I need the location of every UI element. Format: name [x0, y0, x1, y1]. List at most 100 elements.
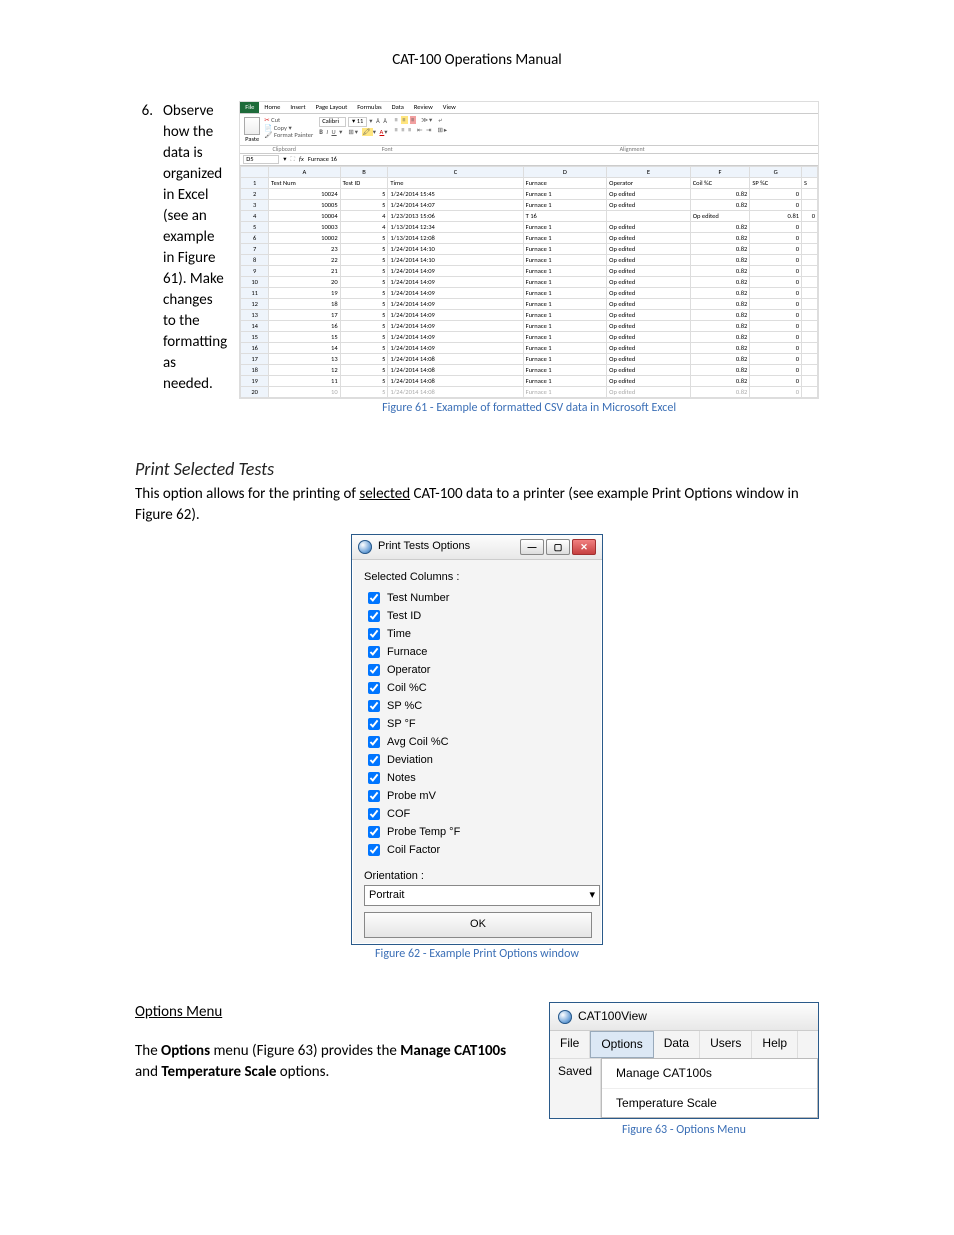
cell[interactable]: Op edited	[607, 189, 691, 200]
row-header[interactable]: 17	[241, 354, 269, 365]
cell[interactable]: Test Num	[269, 178, 341, 189]
cell[interactable]: 10	[269, 387, 341, 398]
cell[interactable]: 10004	[269, 211, 341, 222]
column-checkbox[interactable]	[368, 628, 380, 640]
cell[interactable]: 0	[750, 288, 802, 299]
cell[interactable]: Op edited	[607, 244, 691, 255]
fx-icon[interactable]: fx	[299, 156, 304, 163]
orientation-select[interactable]: Portrait ▾	[364, 885, 600, 906]
cell[interactable]: 0.81	[750, 211, 802, 222]
tab-home[interactable]: Home	[259, 102, 285, 113]
cell[interactable]: Op edited	[607, 288, 691, 299]
cell[interactable]: 10024	[269, 189, 341, 200]
column-checkbox[interactable]	[368, 826, 380, 838]
column-checkbox[interactable]	[368, 700, 380, 712]
row-header[interactable]: 14	[241, 321, 269, 332]
cell[interactable]: 1/24/2014 14:09	[388, 288, 523, 299]
cell[interactable]: 5	[340, 200, 388, 211]
cell[interactable]: T 16	[523, 211, 607, 222]
cell[interactable]: Furnace 1	[523, 222, 607, 233]
cell[interactable]: 1/24/2014 14:08	[388, 387, 523, 398]
col-header[interactable]: F	[690, 167, 750, 178]
cell[interactable]: Op edited	[607, 266, 691, 277]
row-header[interactable]: 19	[241, 376, 269, 387]
col-header[interactable]: G	[750, 167, 802, 178]
cell[interactable]: Op edited	[607, 332, 691, 343]
cell[interactable]: 0	[750, 233, 802, 244]
cell[interactable]: 5	[340, 310, 388, 321]
cell[interactable]: 0	[750, 277, 802, 288]
column-checkbox[interactable]	[368, 646, 380, 658]
formula-value[interactable]: Furnace 16	[308, 156, 337, 163]
cell[interactable]: 5	[340, 233, 388, 244]
cell[interactable]: 0.82	[690, 189, 750, 200]
cell[interactable]: 0.82	[690, 277, 750, 288]
cell[interactable]: 0	[750, 255, 802, 266]
cell[interactable]: Furnace 1	[523, 233, 607, 244]
cell[interactable]: Op edited	[690, 211, 750, 222]
tab-formulas[interactable]: Formulas	[352, 102, 386, 113]
row-header[interactable]: 7	[241, 244, 269, 255]
cell[interactable]: 1/23/2013 15:06	[388, 211, 523, 222]
col-header[interactable]: A	[269, 167, 341, 178]
cell[interactable]: 0	[750, 310, 802, 321]
cell[interactable]: 13	[269, 354, 341, 365]
cell[interactable]: Furnace 1	[523, 387, 607, 398]
cell[interactable]: 1/24/2014 14:09	[388, 310, 523, 321]
row-header[interactable]: 13	[241, 310, 269, 321]
font-name-select[interactable]: Calibri	[319, 117, 346, 126]
cell[interactable]: 5	[340, 299, 388, 310]
cell[interactable]: 0	[750, 266, 802, 277]
row-header[interactable]: 10	[241, 277, 269, 288]
cell[interactable]: 0.82	[690, 200, 750, 211]
column-checkbox[interactable]	[368, 844, 380, 856]
cell[interactable]: Furnace 1	[523, 277, 607, 288]
tab-review[interactable]: Review	[409, 102, 438, 113]
cell[interactable]: 0.82	[690, 376, 750, 387]
cell[interactable]: 5	[340, 332, 388, 343]
cell[interactable]: 4	[340, 211, 388, 222]
menu-file[interactable]: File	[550, 1031, 590, 1058]
cell[interactable]: Op edited	[607, 343, 691, 354]
cell[interactable]: 1/24/2014 14:09	[388, 343, 523, 354]
row-header[interactable]: 8	[241, 255, 269, 266]
row-header[interactable]: 20	[241, 387, 269, 398]
align-top-row[interactable]: ≡ ≡ ≡ ≫▾ ⤶	[395, 117, 449, 124]
cell[interactable]: 10003	[269, 222, 341, 233]
cell[interactable]: 0.82	[690, 343, 750, 354]
column-checkbox[interactable]	[368, 808, 380, 820]
cell[interactable]: Coil %C	[690, 178, 750, 189]
cell[interactable]: Furnace 1	[523, 321, 607, 332]
cell[interactable]: Op edited	[607, 321, 691, 332]
column-checkbox[interactable]	[368, 772, 380, 784]
submenu-temperature-scale[interactable]: Temperature Scale	[602, 1088, 817, 1118]
col-header[interactable]	[802, 167, 818, 178]
tab-view[interactable]: View	[438, 102, 461, 113]
cell[interactable]: 0	[750, 299, 802, 310]
column-checkbox[interactable]	[368, 718, 380, 730]
cell[interactable]: 0.82	[690, 310, 750, 321]
cell[interactable]: 0.82	[690, 299, 750, 310]
cell[interactable]: Furnace 1	[523, 266, 607, 277]
close-button[interactable]: ✕	[572, 539, 596, 555]
col-header[interactable]: D	[523, 167, 607, 178]
row-header[interactable]: 4	[241, 211, 269, 222]
col-header[interactable]	[241, 167, 269, 178]
column-checkbox[interactable]	[368, 754, 380, 766]
cell[interactable]: 23	[269, 244, 341, 255]
font-size-select[interactable]: 11	[357, 117, 364, 125]
cell[interactable]: Furnace 1	[523, 343, 607, 354]
column-checkbox[interactable]	[368, 682, 380, 694]
cell[interactable]: 0	[750, 354, 802, 365]
cell[interactable]: Furnace 1	[523, 376, 607, 387]
cell[interactable]: 1/24/2014 14:09	[388, 299, 523, 310]
row-header[interactable]: 16	[241, 343, 269, 354]
row-header[interactable]: 18	[241, 365, 269, 376]
cell[interactable]: 0	[750, 189, 802, 200]
cell[interactable]: 1/24/2014 14:09	[388, 277, 523, 288]
cell[interactable]: 0	[750, 332, 802, 343]
tab-data[interactable]: Data	[387, 102, 409, 113]
tab-file[interactable]: File	[240, 102, 259, 113]
cell[interactable]: 1/24/2014 14:08	[388, 365, 523, 376]
cell[interactable]: 5	[340, 244, 388, 255]
